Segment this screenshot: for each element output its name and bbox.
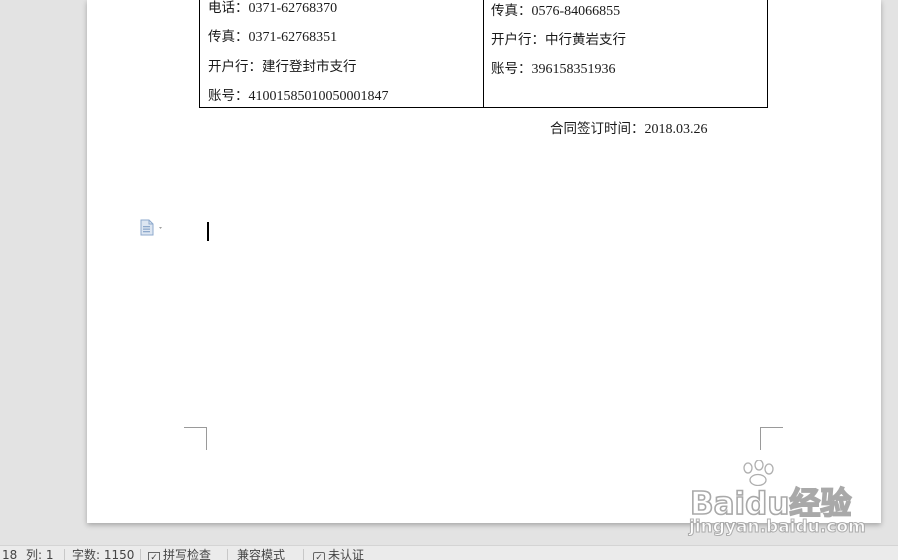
margin-corner-mark-left xyxy=(184,427,207,450)
party-b-column: 传真：0576-84066855 开户行：中行黄岩支行 账号：396158351… xyxy=(484,0,767,107)
status-column[interactable]: 列: 1 xyxy=(26,547,54,560)
party-b-account[interactable]: 账号：396158351936 xyxy=(491,61,616,78)
party-b-bank[interactable]: 开户行：中行黄岩支行 xyxy=(491,32,626,48)
contract-sign-date[interactable]: 合同签订时间：2018.03.26 xyxy=(550,117,708,138)
phone-label: 电话： xyxy=(208,0,249,16)
party-a-fax[interactable]: 传真：0371-62768351 xyxy=(208,29,337,46)
bank-label: 开户行： xyxy=(208,59,262,75)
account-label: 账号： xyxy=(491,61,532,77)
document-workspace[interactable]: 电话：0371-62768370 传真：0371-62768351 开户行：建行… xyxy=(0,0,898,545)
account-value: 41001585010050001847 xyxy=(248,89,389,104)
sign-date-label: 合同签订时间： xyxy=(550,121,645,137)
account-value: 396158351936 xyxy=(531,62,616,77)
document-page[interactable]: 电话：0371-62768370 传真：0371-62768351 开户行：建行… xyxy=(87,0,881,523)
status-row-number: 18 xyxy=(2,548,18,560)
status-divider xyxy=(64,549,65,560)
status-divider xyxy=(303,549,304,560)
status-row[interactable]: 行:18 xyxy=(2,547,17,560)
status-divider xyxy=(140,549,141,560)
account-label: 账号： xyxy=(208,88,249,104)
party-a-column: 电话：0371-62768370 传真：0371-62768351 开户行：建行… xyxy=(200,0,484,107)
status-divider xyxy=(227,549,228,560)
party-a-phone[interactable]: 电话：0371-62768370 xyxy=(208,0,337,17)
party-a-account[interactable]: 账号：41001585010050001847 xyxy=(208,88,389,105)
contact-info-table: 电话：0371-62768370 传真：0371-62768351 开户行：建行… xyxy=(199,0,768,108)
verification-status[interactable]: ✓ 未认证 xyxy=(313,547,364,560)
fax-value: 0576-84066855 xyxy=(531,4,621,19)
party-b-fax[interactable]: 传真：0576-84066855 xyxy=(491,3,620,20)
status-bar: 行:18 列: 1 字数: 1150 ✓拼写检查 兼容模式 ✓未认证 xyxy=(0,545,898,560)
compat-mode-indicator[interactable]: 兼容模式 xyxy=(237,547,285,560)
sign-date-value: 2018.03.26 xyxy=(644,122,708,137)
fax-value: 0371-62768351 xyxy=(248,30,338,45)
spell-check-label: 拼写检查 xyxy=(163,548,212,560)
party-a-bank[interactable]: 开户行：建行登封市支行 xyxy=(208,59,357,75)
paste-options-icon[interactable] xyxy=(140,219,166,237)
spell-check-toggle[interactable]: ✓ 拼写检查 xyxy=(148,547,211,560)
fax-label: 传真： xyxy=(208,29,249,45)
text-cursor xyxy=(207,222,209,241)
bank-label: 开户行： xyxy=(491,32,545,48)
watermark-url: jingyan.baidu.com xyxy=(689,517,867,538)
margin-corner-mark-right xyxy=(760,427,783,450)
fax-label: 传真： xyxy=(491,3,532,19)
phone-value: 0371-62768370 xyxy=(248,1,338,16)
bank-value: 建行登封市支行 xyxy=(262,59,357,75)
baidu-jingyan-watermark: Baidu经验 jingyan.baidu.com xyxy=(688,460,868,540)
verification-label: 未认证 xyxy=(328,548,365,560)
status-word-count[interactable]: 字数: 1150 xyxy=(72,547,134,560)
bank-value: 中行黄岩支行 xyxy=(545,32,626,48)
